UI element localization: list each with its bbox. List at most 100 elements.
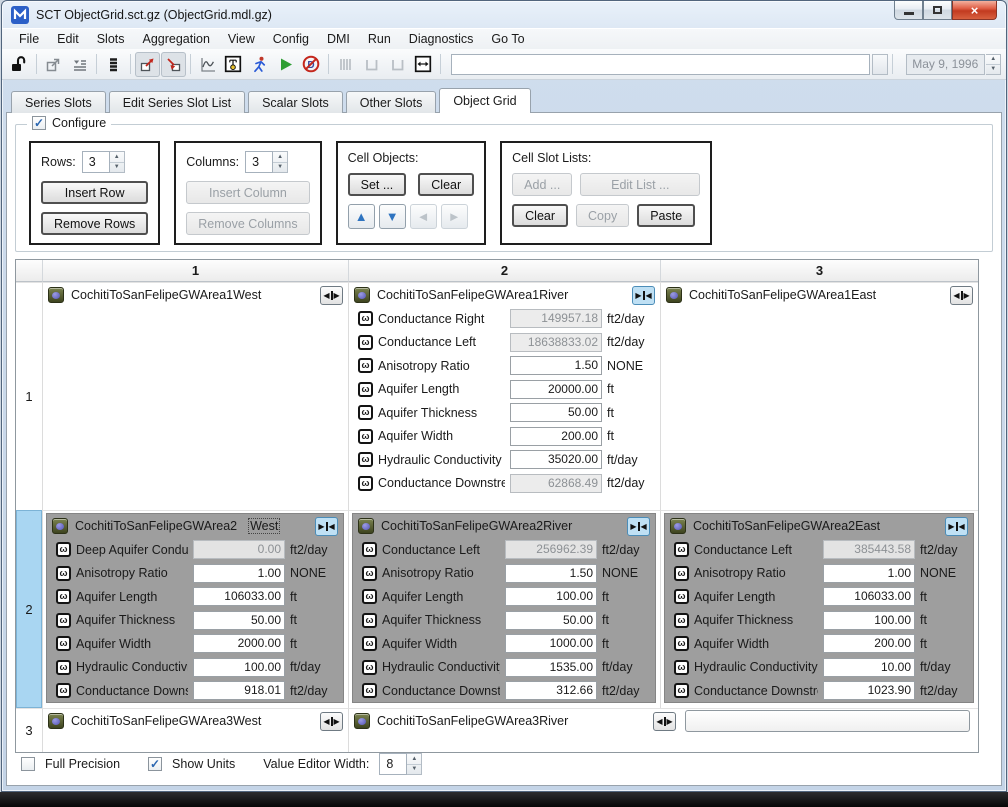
export-dmi-icon[interactable] bbox=[135, 52, 160, 77]
slot-value-editor[interactable]: 35020.00 bbox=[510, 450, 602, 469]
grid-cell-r3c2[interactable]: CochitiToSanFelipeGWArea3River◀▶ bbox=[348, 708, 978, 752]
full-precision-checkbox[interactable]: ✓ bbox=[21, 757, 35, 771]
cell-horizontal-strip[interactable] bbox=[685, 710, 970, 732]
sort-rows-icon[interactable] bbox=[67, 52, 92, 77]
move-down-button[interactable]: ▼ bbox=[379, 204, 406, 229]
slot-list-paste-button[interactable]: Paste bbox=[637, 204, 695, 227]
fit-width-icon[interactable] bbox=[411, 52, 436, 77]
value-editor-width-spinbox[interactable]: 8 ▲▼ bbox=[379, 753, 422, 775]
slot-value-editor[interactable]: 1.00 bbox=[823, 564, 915, 583]
cell-objects-set-button[interactable]: Set ... bbox=[348, 173, 407, 196]
maximize-button[interactable] bbox=[923, 1, 952, 20]
columns-spinbox[interactable]: 3 ▲▼ bbox=[245, 151, 288, 173]
menu-config[interactable]: Config bbox=[264, 31, 318, 47]
collapse-cell-button[interactable]: ▶◀ bbox=[315, 517, 338, 536]
slot-value-editor[interactable]: 100.00 bbox=[193, 658, 285, 677]
collapse-cell-button[interactable]: ▶◀ bbox=[632, 286, 655, 305]
columns-spin-arrows[interactable]: ▲▼ bbox=[273, 151, 288, 173]
move-up-button[interactable]: ▲ bbox=[348, 204, 375, 229]
lock-open-icon[interactable] bbox=[7, 52, 32, 77]
grid-cell-r1c1[interactable]: CochitiToSanFelipeGWArea1West◀▶ bbox=[42, 282, 348, 510]
collapse-cell-button[interactable]: ▶◀ bbox=[627, 517, 650, 536]
slot-value-editor[interactable]: 200.00 bbox=[823, 634, 915, 653]
cell-objects-clear-button[interactable]: Clear bbox=[418, 173, 474, 196]
toolbar-filter-input[interactable] bbox=[451, 54, 870, 75]
collapse-cell-button[interactable]: ▶◀ bbox=[945, 517, 968, 536]
grid-cell-r3c1[interactable]: CochitiToSanFelipeGWArea3West ◀▶ bbox=[42, 708, 348, 752]
menu-run[interactable]: Run bbox=[359, 31, 400, 47]
menu-view[interactable]: View bbox=[219, 31, 264, 47]
slot-value-editor[interactable]: 106033.00 bbox=[193, 587, 285, 606]
grid-cell-r1c2[interactable]: CochitiToSanFelipeGWArea1River▶◀ωConduct… bbox=[348, 282, 660, 510]
expand-cell-button[interactable]: ◀▶ bbox=[320, 712, 343, 731]
grid-row-header-2[interactable]: 2 bbox=[16, 510, 42, 708]
slot-value-editor[interactable]: 200.00 bbox=[510, 427, 602, 446]
slot-value-editor[interactable]: 20000.00 bbox=[510, 380, 602, 399]
grid-cell-r1c3[interactable]: CochitiToSanFelipeGWArea1East◀▶ bbox=[660, 282, 978, 510]
slot-value-editor[interactable]: 1023.90 bbox=[823, 681, 915, 700]
expand-cell-button[interactable]: ◀▶ bbox=[653, 712, 676, 731]
slot-list-clear-button[interactable]: Clear bbox=[512, 204, 568, 227]
slot-value-editor[interactable]: 100.00 bbox=[505, 587, 597, 606]
tab-edit-series-slot-list[interactable]: Edit Series Slot List bbox=[109, 91, 245, 113]
sct-config-icon[interactable] bbox=[221, 52, 246, 77]
remove-rows-button[interactable]: Remove Rows bbox=[41, 212, 148, 235]
slot-value-editor[interactable]: 918.01 bbox=[193, 681, 285, 700]
slot-value-editor[interactable]: 50.00 bbox=[193, 611, 285, 630]
slot-value-editor[interactable]: 10.00 bbox=[823, 658, 915, 677]
timestep-date-spinner[interactable]: ▲▼ bbox=[986, 54, 1000, 75]
tab-series-slots[interactable]: Series Slots bbox=[11, 91, 106, 113]
tab-other-slots[interactable]: Other Slots bbox=[346, 91, 437, 113]
close-button[interactable]: × bbox=[952, 1, 997, 20]
scalar-slot-icon: ω bbox=[362, 542, 377, 557]
minimize-button[interactable] bbox=[894, 1, 923, 20]
slot-value-editor[interactable]: 1000.00 bbox=[505, 634, 597, 653]
grid-cell-r2c2[interactable]: CochitiToSanFelipeGWArea2River▶◀ωConduct… bbox=[348, 510, 660, 708]
grid-row-header-1[interactable]: 1 bbox=[16, 282, 42, 510]
windows-taskbar[interactable] bbox=[0, 792, 1008, 807]
grid-row-header-3[interactable]: 3 bbox=[16, 708, 42, 752]
slot-value-editor[interactable]: 50.00 bbox=[505, 611, 597, 630]
grid-column-header-2[interactable]: 2 bbox=[348, 260, 660, 282]
menu-slots[interactable]: Slots bbox=[88, 31, 134, 47]
slot-value-editor[interactable]: 1.00 bbox=[193, 564, 285, 583]
value-editor-spin-arrows[interactable]: ▲▼ bbox=[407, 753, 422, 775]
slot-value-editor[interactable]: 100.00 bbox=[823, 611, 915, 630]
rows-spinbox[interactable]: 3 ▲▼ bbox=[82, 151, 125, 173]
menu-file[interactable]: File bbox=[10, 31, 48, 47]
menu-dmi[interactable]: DMI bbox=[318, 31, 359, 47]
list-icon[interactable] bbox=[101, 52, 126, 77]
menu-go-to[interactable]: Go To bbox=[482, 31, 533, 47]
slot-dialog-icon[interactable] bbox=[41, 52, 66, 77]
slot-value-editor[interactable]: 1.50 bbox=[505, 564, 597, 583]
tab-object-grid[interactable]: Object Grid bbox=[439, 88, 530, 113]
show-units-checkbox[interactable]: ✓ bbox=[148, 757, 162, 771]
run-control-icon[interactable] bbox=[247, 52, 272, 77]
menu-aggregation[interactable]: Aggregation bbox=[134, 31, 219, 47]
slot-value-editor[interactable]: 2000.00 bbox=[193, 634, 285, 653]
grid-cell-r2c3[interactable]: CochitiToSanFelipeGWArea2East▶◀ωConducta… bbox=[660, 510, 978, 708]
expand-cell-button[interactable]: ◀▶ bbox=[950, 286, 973, 305]
grid-column-header-3[interactable]: 3 bbox=[660, 260, 978, 282]
slot-value-editor[interactable]: 312.66 bbox=[505, 681, 597, 700]
rows-spin-arrows[interactable]: ▲▼ bbox=[110, 151, 125, 173]
slot-value-editor[interactable]: 1535.00 bbox=[505, 658, 597, 677]
slot-value-editor[interactable]: 106033.00 bbox=[823, 587, 915, 606]
grid-column-header-1[interactable]: 1 bbox=[42, 260, 348, 282]
grid-cell-r2c1[interactable]: CochitiToSanFelipeGWArea2West▶◀ωDeep Aqu… bbox=[42, 510, 348, 708]
insert-row-button[interactable]: Insert Row bbox=[41, 181, 148, 204]
cell-object-name: CochitiToSanFelipeGWArea3West bbox=[71, 714, 261, 728]
import-dmi-icon[interactable] bbox=[161, 52, 186, 77]
configure-checkbox[interactable]: ✓ bbox=[32, 116, 46, 130]
tab-scalar-slots[interactable]: Scalar Slots bbox=[248, 91, 343, 113]
menu-edit[interactable]: Edit bbox=[48, 31, 88, 47]
menu-diagnostics[interactable]: Diagnostics bbox=[400, 31, 483, 47]
slot-value-editor[interactable]: 1.50 bbox=[510, 356, 602, 375]
timestep-date-field[interactable]: May 9, 1996 bbox=[906, 54, 985, 75]
toolbar-filter-button[interactable] bbox=[872, 54, 888, 75]
expand-cell-button[interactable]: ◀▶ bbox=[320, 286, 343, 305]
start-run-icon[interactable] bbox=[273, 52, 298, 77]
stop-run-icon[interactable]: D bbox=[299, 52, 324, 77]
slot-value-editor[interactable]: 50.00 bbox=[510, 403, 602, 422]
plot-icon[interactable] bbox=[195, 52, 220, 77]
